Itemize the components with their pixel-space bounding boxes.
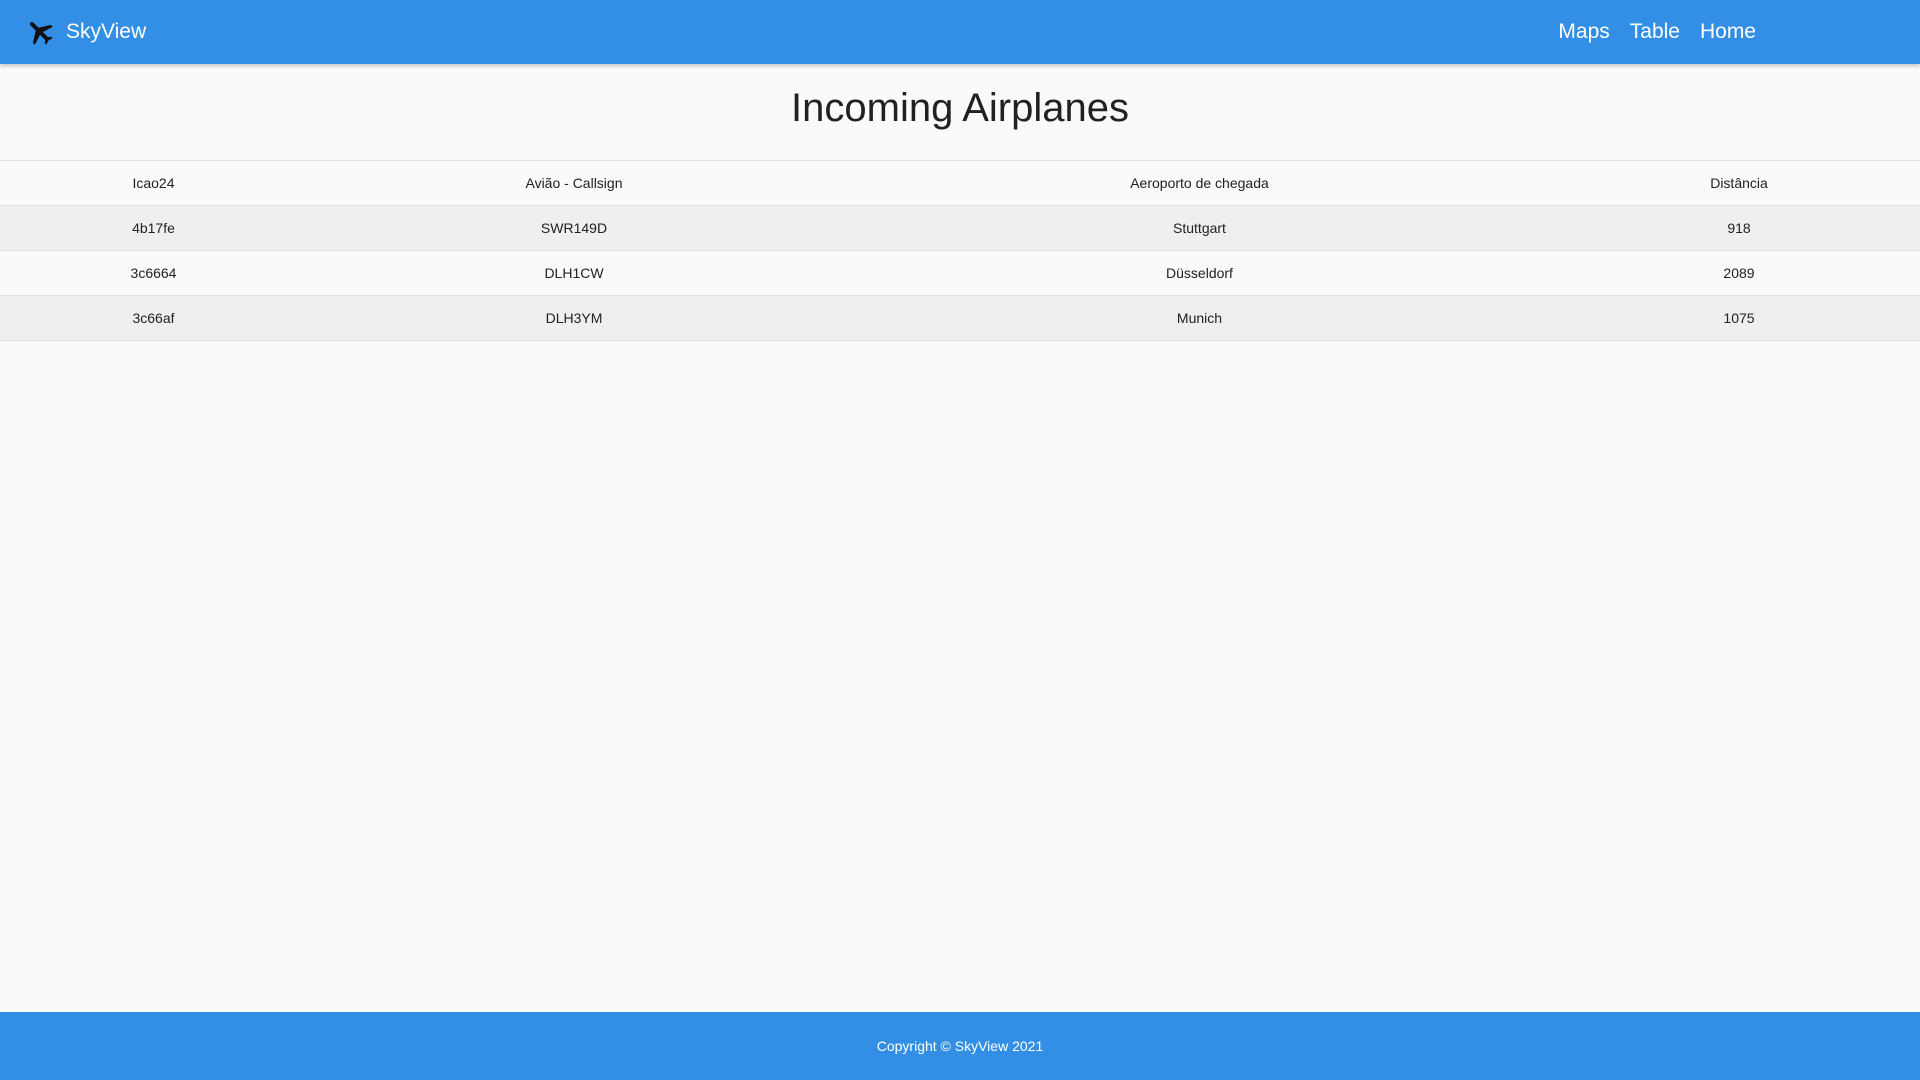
cell-icao24: 3c6664 (0, 250, 307, 296)
table-header-row: Icao24 Avião - Callsign Aeroporto de che… (0, 160, 1920, 206)
cell-callsign: SWR149D (307, 205, 841, 251)
brand-name: SkyView (66, 20, 147, 43)
cell-distance: 1075 (1558, 295, 1920, 341)
cell-icao24: 3c66af (0, 295, 307, 341)
cell-arrival-airport: Düsseldorf (841, 250, 1558, 296)
nav-link-home[interactable]: Home (1700, 20, 1756, 44)
brand-link[interactable]: SkyView (24, 0, 146, 64)
page: SkyView Maps Table Home Incoming Airplan… (0, 0, 1920, 1080)
cell-arrival-airport: Stuttgart (841, 205, 1558, 251)
airplane-icon (24, 16, 56, 48)
table-row: 3c66af DLH3YM Munich 1075 (0, 295, 1920, 341)
column-header-distance: Distância (1558, 160, 1920, 206)
nav-link-table[interactable]: Table (1630, 20, 1680, 44)
table-body: 4b17fe SWR149D Stuttgart 918 3c6664 DLH1… (0, 205, 1920, 341)
nav-link-maps[interactable]: Maps (1558, 20, 1609, 44)
cell-callsign: DLH1CW (307, 250, 841, 296)
cell-distance: 918 (1558, 205, 1920, 251)
airplanes-table-container: Icao24 Avião - Callsign Aeroporto de che… (0, 160, 1920, 341)
table-row: 3c6664 DLH1CW Düsseldorf 2089 (0, 250, 1920, 296)
table-header: Icao24 Avião - Callsign Aeroporto de che… (0, 160, 1920, 206)
airplanes-table: Icao24 Avião - Callsign Aeroporto de che… (0, 160, 1920, 341)
nav-links: Maps Table Home (1538, 0, 1756, 64)
table-row: 4b17fe SWR149D Stuttgart 918 (0, 205, 1920, 251)
cell-callsign: DLH3YM (307, 295, 841, 341)
cell-icao24: 4b17fe (0, 205, 307, 251)
cell-arrival-airport: Munich (841, 295, 1558, 341)
cell-distance: 2089 (1558, 250, 1920, 296)
column-header-arrival-airport: Aeroporto de chegada (841, 160, 1558, 206)
page-title: Incoming Airplanes (791, 86, 1129, 130)
footer: Copyright © SkyView 2021 (0, 1012, 1920, 1080)
column-header-callsign: Avião - Callsign (307, 160, 841, 206)
navbar: SkyView Maps Table Home (0, 0, 1920, 64)
copyright-text: Copyright © SkyView 2021 (876, 1038, 1044, 1054)
column-header-icao24: Icao24 (0, 160, 307, 206)
